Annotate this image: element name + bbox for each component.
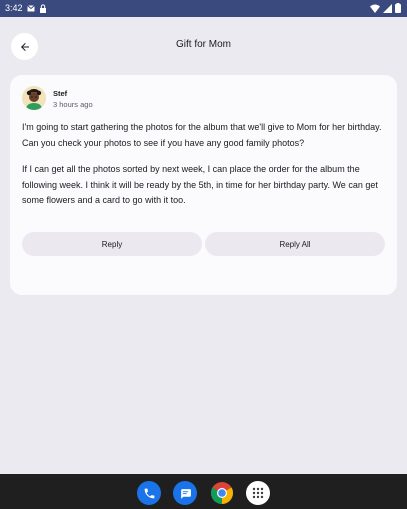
messages-glyph	[180, 488, 191, 499]
message-paragraph: If I can get all the photos sorted by ne…	[22, 164, 378, 205]
status-time: 3:42	[5, 3, 23, 13]
message-paragraph: I'm going to start gathering the photos …	[22, 122, 382, 148]
navigation-bar	[0, 474, 407, 509]
message-body: I'm going to start gathering the photos …	[22, 120, 387, 220]
avatar	[22, 86, 46, 110]
reply-button[interactable]: Reply	[22, 232, 202, 256]
messages-icon[interactable]	[173, 481, 197, 505]
phone-glyph	[144, 488, 154, 498]
top-app-bar: Gift for Mom	[0, 17, 407, 73]
app-drawer-icon[interactable]	[246, 481, 270, 505]
status-bar: 3:42	[0, 0, 407, 17]
app-drawer-glyph	[252, 487, 264, 499]
avatar-image	[22, 86, 46, 110]
page-title: Gift for Mom	[175, 39, 231, 50]
message-card: Stef 3 hours ago I'm going to start gath…	[10, 75, 397, 295]
reply-all-button[interactable]: Reply All	[205, 232, 385, 256]
wifi-icon	[370, 4, 380, 13]
chrome-icon[interactable]	[210, 481, 234, 505]
gmail-icon	[27, 5, 35, 12]
sender-name: Stef	[53, 89, 68, 98]
signal-icon	[383, 3, 392, 13]
phone-icon[interactable]	[137, 481, 161, 505]
message-timestamp: 3 hours ago	[53, 100, 93, 109]
battery-icon	[395, 3, 401, 13]
lock-icon	[40, 4, 46, 13]
chrome-glyph	[211, 482, 233, 504]
